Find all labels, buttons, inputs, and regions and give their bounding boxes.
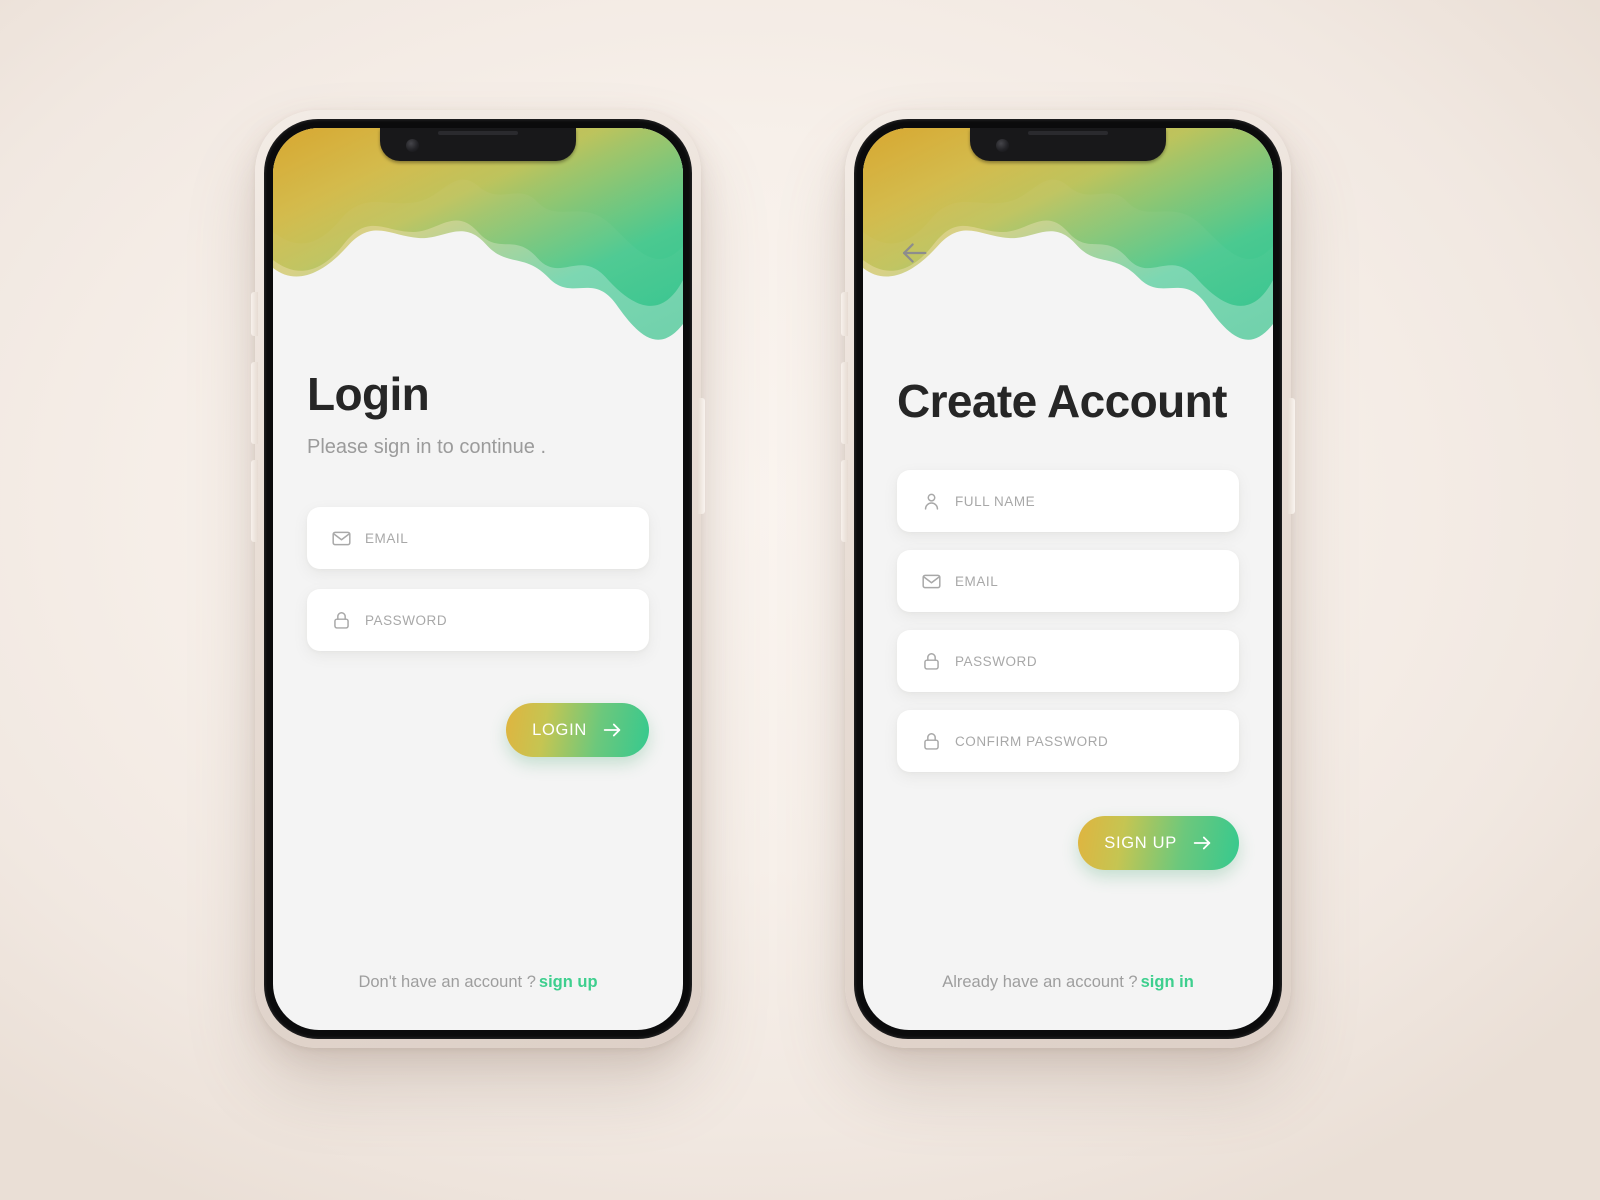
email-field-placeholder: EMAIL <box>365 530 409 546</box>
volume-down-button[interactable] <box>841 460 848 542</box>
create-account-form: FULL NAME EMAIL PASSWORD CONFIRM PASSWOR… <box>897 470 1239 772</box>
person-icon <box>924 493 939 510</box>
envelope-icon <box>332 531 351 545</box>
email-field[interactable]: EMAIL <box>897 550 1239 612</box>
login-button-label: LOGIN <box>532 720 587 739</box>
sign-up-link[interactable]: sign up <box>539 973 598 991</box>
envelope-icon <box>922 574 941 588</box>
earpiece-speaker-icon <box>1028 131 1108 135</box>
login-footer-text: Don't have an account ? <box>358 973 536 991</box>
login-cta-row: LOGIN <box>307 703 649 757</box>
lock-icon <box>924 652 939 670</box>
mute-switch[interactable] <box>841 292 848 336</box>
full-name-field[interactable]: FULL NAME <box>897 470 1239 532</box>
password-field-placeholder: PASSWORD <box>365 612 448 628</box>
screen-login: Login Please sign in to continue . EMAIL <box>273 128 683 1030</box>
full-name-field-placeholder: FULL NAME <box>955 493 1036 509</box>
screen-create-account: Create Account FULL NAME EMAIL PASSWORD … <box>863 128 1273 1030</box>
phone-notch <box>970 128 1166 161</box>
sign-in-link[interactable]: sign in <box>1141 973 1194 991</box>
lock-icon <box>334 611 349 629</box>
arrow-right-icon <box>603 723 621 737</box>
volume-up-button[interactable] <box>841 362 848 444</box>
page-title: Login <box>307 368 430 420</box>
page-title: Create Account <box>897 375 1227 427</box>
front-camera-icon <box>996 139 1009 152</box>
phone-bezel: Create Account FULL NAME EMAIL PASSWORD … <box>854 119 1282 1039</box>
phone-notch <box>380 128 576 161</box>
email-field[interactable]: EMAIL <box>307 507 649 569</box>
login-button[interactable]: LOGIN <box>506 703 649 757</box>
power-button[interactable] <box>1288 398 1295 514</box>
login-content: Login Please sign in to continue . EMAIL <box>273 128 683 1030</box>
arrow-right-icon <box>1193 836 1211 850</box>
mute-switch[interactable] <box>251 292 258 336</box>
power-button[interactable] <box>698 398 705 514</box>
email-field-placeholder: EMAIL <box>955 573 999 589</box>
password-field[interactable]: PASSWORD <box>897 630 1239 692</box>
create-account-footer: Already have an account ? sign in <box>863 973 1273 992</box>
create-account-footer-text: Already have an account ? <box>942 973 1138 991</box>
volume-down-button[interactable] <box>251 460 258 542</box>
login-footer: Don't have an account ? sign up <box>273 973 683 992</box>
lock-icon <box>924 732 939 750</box>
password-field-placeholder: PASSWORD <box>955 653 1038 669</box>
front-camera-icon <box>406 139 419 152</box>
sign-up-button-label: SIGN UP <box>1104 833 1177 852</box>
password-field[interactable]: PASSWORD <box>307 589 649 651</box>
sign-up-button[interactable]: SIGN UP <box>1078 816 1239 870</box>
volume-up-button[interactable] <box>251 362 258 444</box>
login-form: EMAIL PASSWORD <box>307 507 649 651</box>
back-button[interactable] <box>897 236 931 270</box>
phone-login: Login Please sign in to continue . EMAIL <box>251 110 705 1048</box>
phone-create-account: Create Account FULL NAME EMAIL PASSWORD … <box>841 110 1295 1048</box>
confirm-password-field-placeholder: CONFIRM PASSWORD <box>955 733 1109 749</box>
page-subtitle: Please sign in to continue . <box>307 436 547 458</box>
confirm-password-field[interactable]: CONFIRM PASSWORD <box>897 710 1239 772</box>
earpiece-speaker-icon <box>438 131 518 135</box>
phone-bezel: Login Please sign in to continue . EMAIL <box>264 119 692 1039</box>
sign-up-cta-row: SIGN UP <box>897 816 1239 870</box>
